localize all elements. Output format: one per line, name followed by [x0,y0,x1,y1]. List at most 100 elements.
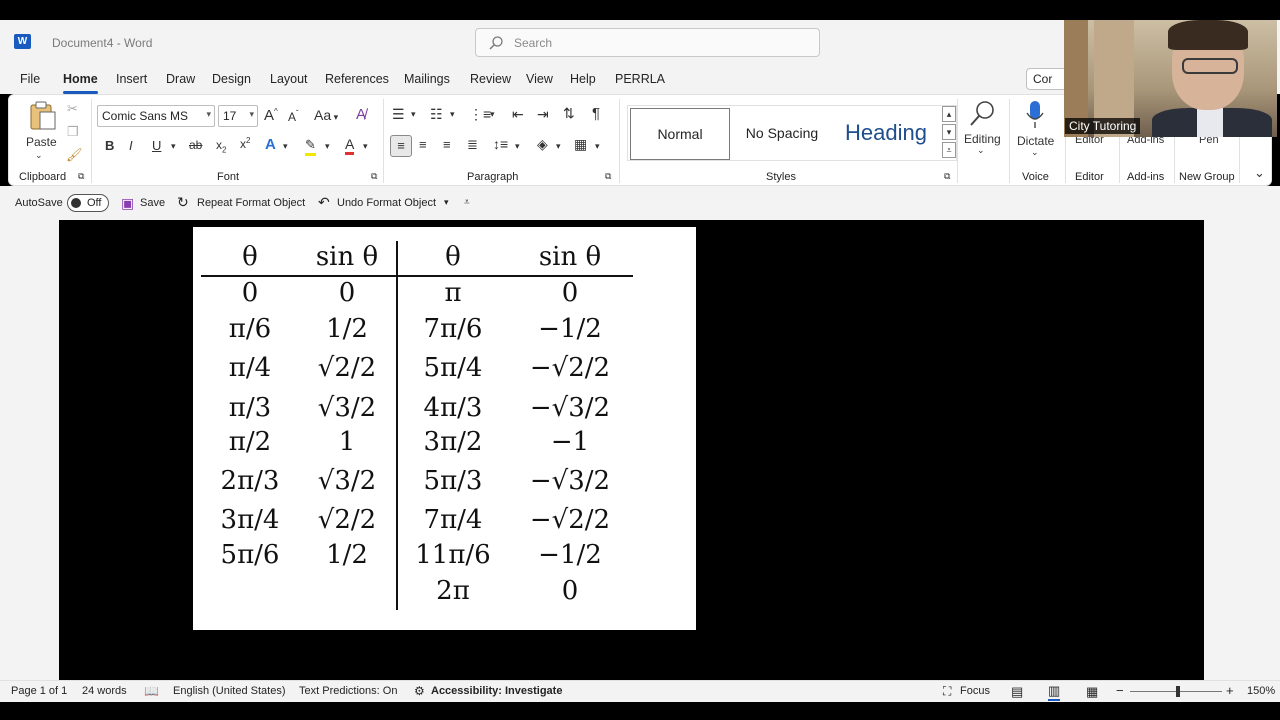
change-case-button[interactable]: Aa ▾ [314,107,338,123]
proofing-icon[interactable]: 📖 [144,684,159,698]
editing-button[interactable]: Editing [964,132,1001,146]
chevron-down-icon[interactable]: ▾ [450,109,455,120]
chevron-down-icon[interactable]: ⌄ [1031,147,1039,158]
word-icon[interactable]: W [14,34,31,49]
align-left-icon[interactable]: ≡ [390,135,412,157]
zoom-level[interactable]: 150% [1247,685,1275,697]
print-layout-icon[interactable]: ▥ [1048,683,1061,701]
paste-dropdown-icon[interactable]: ⌄ [35,150,43,161]
zoom-out-icon[interactable]: − [1116,683,1124,698]
line-spacing-icon[interactable]: ↕≡ [493,136,508,152]
copy-icon[interactable]: ❐ [67,124,79,140]
undo-icon[interactable]: ↶ [318,194,330,211]
language-status[interactable]: English (United States) [173,685,286,697]
superscript-icon[interactable]: x2 [240,136,250,151]
save-button[interactable]: Save [140,197,165,209]
text-predictions-status[interactable]: Text Predictions: On [299,685,397,697]
align-right-icon[interactable]: ≡ [443,137,451,152]
sort-icon[interactable]: ⇅ [563,105,575,122]
italic-icon[interactable]: I [129,138,133,153]
styles-scroll-up-icon[interactable]: ▴ [942,106,956,122]
focus-button[interactable]: Focus [960,685,990,697]
increase-indent-icon[interactable]: ⇥ [537,106,549,123]
align-center-icon[interactable]: ≡ [419,137,427,152]
bold-icon[interactable]: B [105,138,114,153]
tab-help[interactable]: Help [570,72,596,86]
tab-design[interactable]: Design [212,72,251,86]
chevron-down-icon[interactable]: ▾ [325,141,330,152]
font-color-icon[interactable]: A [345,136,355,155]
style-heading[interactable]: Heading [834,108,938,160]
chevron-down-icon[interactable]: ▾ [595,141,600,152]
zoom-slider[interactable] [1130,686,1222,697]
chevron-down-icon[interactable]: ▾ [411,109,416,120]
search-icon[interactable] [967,99,997,129]
chevron-down-icon[interactable]: ▾ [283,141,288,152]
style-normal[interactable]: Normal [630,108,730,160]
repeat-button[interactable]: Repeat Format Object [197,197,305,209]
zoom-in-icon[interactable]: + [1226,683,1234,698]
trig-table-image[interactable]: θ sin θ θ sin θ 0 0 π 0 π/6 1/2 7π/6 −1/2 π/4 √2/… [193,227,696,630]
tab-mailings[interactable]: Mailings [404,72,450,86]
clear-formatting-icon[interactable]: A̸ [356,106,366,123]
save-icon[interactable]: ▣ [121,195,134,212]
chevron-down-icon[interactable]: ▾ [363,141,368,152]
text-effects-icon[interactable]: A [265,136,276,153]
customize-qat-icon[interactable]: ⩡ [464,197,470,208]
paragraph-launcher-icon[interactable]: ⧉ [605,171,611,182]
shrink-font-icon[interactable]: Aˇ [288,109,299,124]
styles-scroll-down-icon[interactable]: ▾ [942,124,956,140]
undo-button[interactable]: Undo Format Object [337,197,436,209]
subscript-icon[interactable]: x2 [216,138,226,154]
show-formatting-icon[interactable]: ¶ [592,105,600,122]
repeat-icon[interactable]: ↻ [177,194,189,211]
tab-view[interactable]: View [526,72,553,86]
page-count[interactable]: Page 1 of 1 [11,685,67,697]
tab-layout[interactable]: Layout [270,72,308,86]
tab-file[interactable]: File [20,72,40,86]
web-layout-icon[interactable]: ▦ [1086,684,1098,700]
tab-perrla[interactable]: PERRLA [615,72,665,86]
collapse-ribbon-icon[interactable]: ⌄ [1254,165,1265,181]
chevron-down-icon[interactable]: ▾ [444,197,449,208]
font-launcher-icon[interactable]: ⧉ [371,171,377,182]
word-count[interactable]: 24 words [82,685,127,697]
multilevel-list-icon[interactable]: ⋮≡ [469,106,491,123]
tab-references[interactable]: References [325,72,389,86]
search-input[interactable]: Search [475,28,820,57]
chevron-down-icon[interactable]: ▾ [490,109,495,120]
document-page[interactable]: θ sin θ θ sin θ 0 0 π 0 π/6 1/2 7π/6 −1/2 π/4 √2/… [59,220,1204,680]
format-painter-icon[interactable]: 🖌 [66,147,83,163]
cut-icon[interactable]: ✂ [67,101,78,117]
chevron-down-icon[interactable]: ▾ [556,141,561,152]
bullets-icon[interactable]: ☰ [392,106,405,123]
zoom-slider-thumb[interactable] [1176,686,1180,697]
style-no-spacing[interactable]: No Spacing [732,108,832,160]
tab-home[interactable]: Home [63,72,98,94]
underline-icon[interactable]: U [152,138,161,153]
highlight-icon[interactable]: ✎ [305,137,316,156]
paste-button[interactable]: Paste [26,135,57,149]
grow-font-icon[interactable]: A^ [264,107,278,124]
styles-more-icon[interactable]: ⩡ [942,142,956,158]
chevron-down-icon[interactable]: ⌄ [977,145,985,156]
styles-launcher-icon[interactable]: ⧉ [944,171,950,182]
tab-draw[interactable]: Draw [166,72,195,86]
focus-icon[interactable]: ⛶ [943,684,951,699]
shading-icon[interactable]: ◈ [537,136,548,153]
decrease-indent-icon[interactable]: ⇤ [512,106,524,123]
clipboard-launcher-icon[interactable]: ⧉ [78,171,84,182]
autosave-toggle[interactable]: Off [67,194,109,212]
read-mode-icon[interactable]: ▤ [1011,684,1023,700]
dictate-button[interactable]: Dictate [1017,134,1054,148]
numbering-icon[interactable]: ☷ [430,106,443,123]
paste-icon[interactable] [29,101,57,131]
chevron-down-icon[interactable]: ▾ [171,141,176,152]
microphone-icon[interactable] [1025,99,1045,131]
strikethrough-icon[interactable]: ab [189,138,202,152]
justify-icon[interactable]: ≣ [467,137,478,153]
font-size-select[interactable]: 17 ▾ [218,105,258,127]
font-family-select[interactable]: Comic Sans MS ▾ [97,105,215,127]
tab-review[interactable]: Review [470,72,511,86]
chevron-down-icon[interactable]: ▾ [515,141,520,152]
